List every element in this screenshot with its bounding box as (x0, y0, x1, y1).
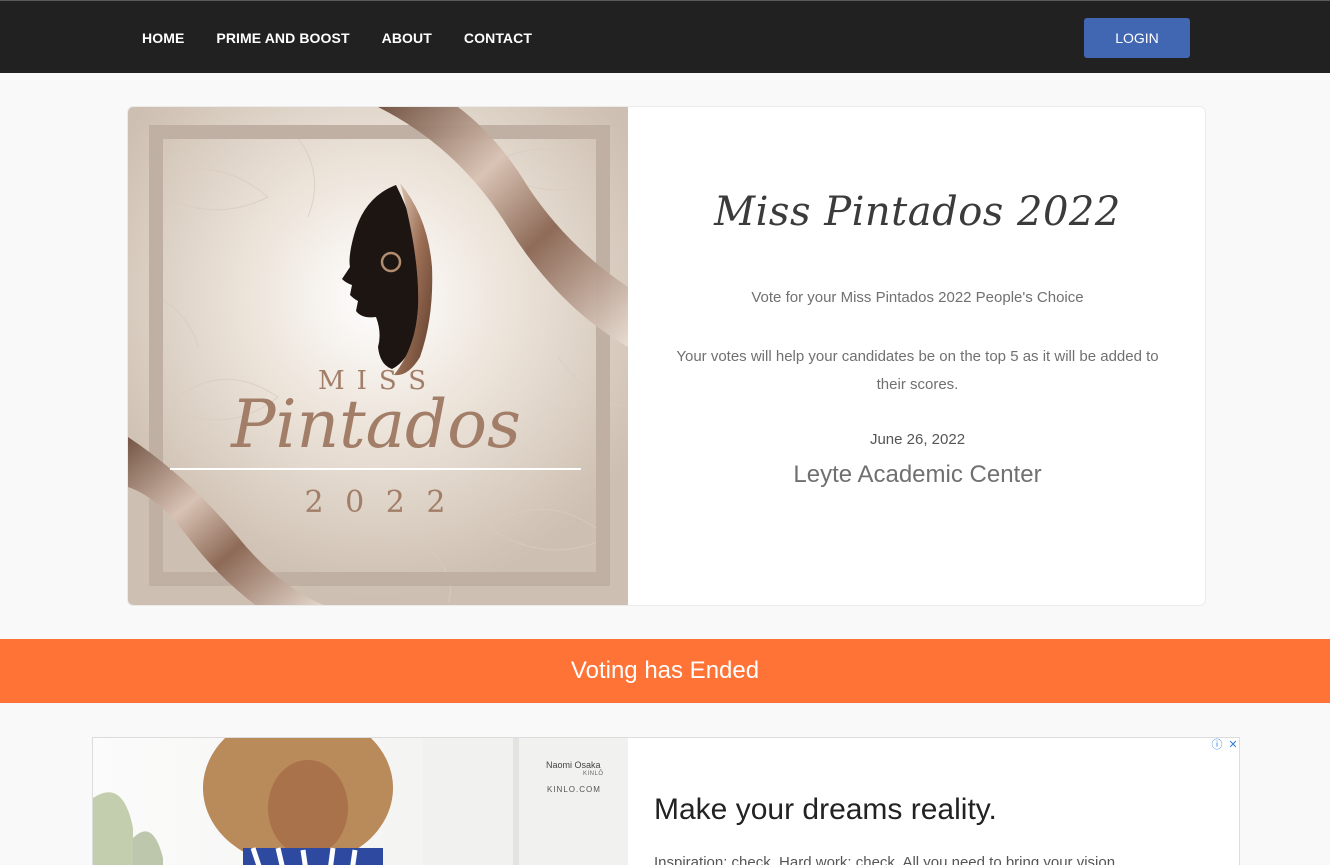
ad-controls: ⓘ ✕ (1211, 739, 1239, 751)
event-title: Miss Pintados 2022 (714, 189, 1121, 235)
nav-link-about[interactable]: ABOUT (382, 30, 432, 46)
svg-text:Pintados: Pintados (230, 386, 521, 463)
svg-text:2 0 2 2: 2 0 2 2 (305, 485, 452, 520)
nav-link-contact[interactable]: CONTACT (464, 30, 532, 46)
voting-status-banner: Voting has Ended (0, 639, 1330, 703)
nav-link-home[interactable]: HOME (142, 30, 184, 46)
ad-copy: Inspiration: check. Hard work: check. Al… (654, 854, 1116, 865)
ad-close-icon[interactable]: ✕ (1227, 739, 1239, 751)
ad-info-icon[interactable]: ⓘ (1211, 739, 1223, 751)
nav-link-prime-and-boost[interactable]: PRIME AND BOOST (216, 30, 349, 46)
event-subtitle: Vote for your Miss Pintados 2022 People'… (751, 289, 1084, 306)
ad-image[interactable]: Naomi Osaka KINLŌ KINLO.COM (93, 738, 628, 865)
ad-brand-sub: KINLŌ (583, 771, 604, 777)
voting-status-text: Voting has Ended (570, 657, 760, 684)
ad-brand-name: Naomi Osaka (546, 760, 601, 770)
nav-links: HOME PRIME AND BOOST ABOUT CONTACT (142, 1, 564, 74)
event-card: MISS Pintados 2 0 2 2 Miss Pintados 2022… (127, 106, 1206, 606)
ad-brand-url: KINLO.COM (547, 785, 601, 794)
ad-headline[interactable]: Make your dreams reality. (654, 793, 997, 827)
top-navbar: HOME PRIME AND BOOST ABOUT CONTACT LOGIN (0, 0, 1330, 73)
event-description: Your votes will help your candidates be … (676, 348, 1159, 393)
event-details: Miss Pintados 2022 Vote for your Miss Pi… (628, 107, 1205, 605)
event-date: June 26, 2022 (869, 431, 966, 448)
event-poster-image: MISS Pintados 2 0 2 2 (128, 107, 628, 605)
login-button[interactable]: LOGIN (1084, 18, 1190, 58)
advertisement[interactable]: Naomi Osaka KINLŌ KINLO.COM Make your dr… (92, 737, 1240, 865)
event-venue: Leyte Academic Center (793, 461, 1042, 488)
